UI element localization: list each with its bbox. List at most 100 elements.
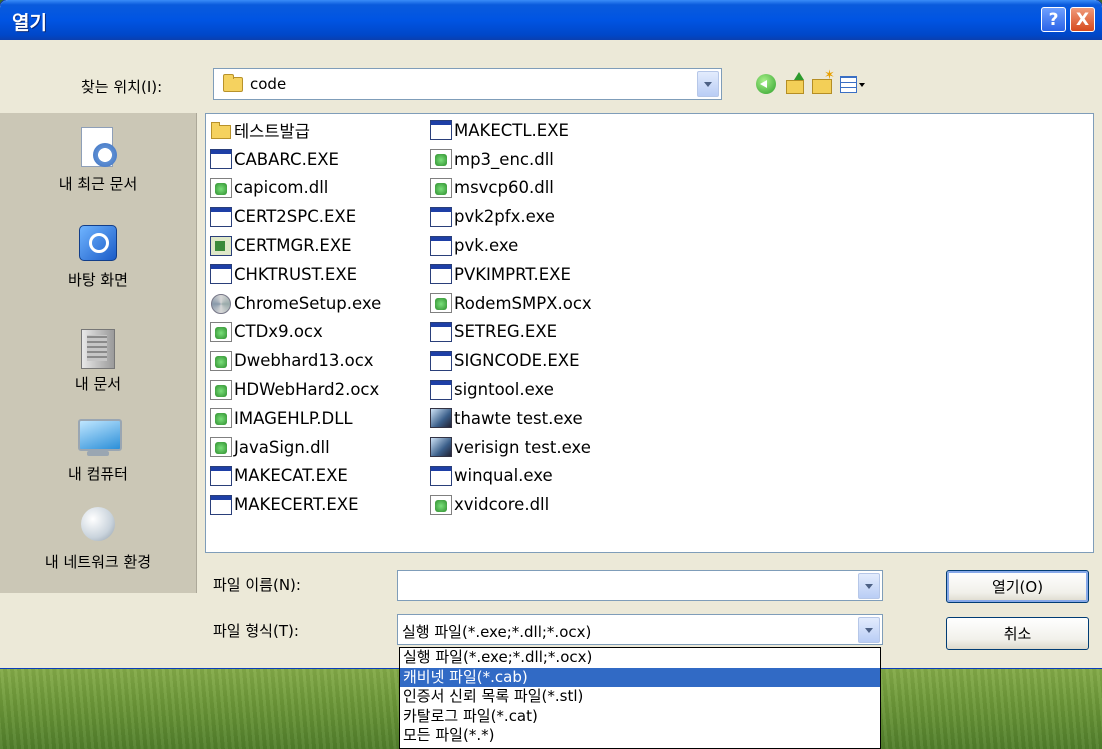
list-item[interactable]: mp3_enc.dll: [430, 145, 592, 174]
list-item[interactable]: SIGNCODE.EXE: [430, 346, 592, 375]
certificate-manager-icon: [210, 235, 232, 256]
network-icon: [75, 503, 121, 549]
exe-file-icon: [210, 264, 232, 285]
close-button[interactable]: X: [1070, 7, 1095, 32]
list-item[interactable]: SETREG.EXE: [430, 318, 592, 347]
exe-file-icon: [430, 379, 452, 400]
list-item[interactable]: CERTMGR.EXE: [210, 231, 381, 260]
dropdown-option[interactable]: 인증서 신뢰 목록 파일(*.stl): [400, 687, 880, 707]
back-icon[interactable]: [754, 72, 778, 96]
place-network[interactable]: 내 네트워크 환경: [0, 503, 196, 572]
dll-file-icon: [210, 321, 232, 342]
list-item[interactable]: msvcp60.dll: [430, 174, 592, 203]
list-item[interactable]: IMAGEHLP.DLL: [210, 404, 381, 433]
help-button[interactable]: ?: [1041, 7, 1066, 32]
list-item[interactable]: MAKECTL.EXE: [430, 116, 592, 145]
setup-icon: [210, 293, 232, 315]
file-name: 테스트발급: [234, 122, 310, 142]
file-name: CHKTRUST.EXE: [234, 264, 358, 284]
list-item[interactable]: CABARC.EXE: [210, 145, 381, 174]
list-item[interactable]: CTDx9.ocx: [210, 318, 381, 347]
place-label: 내 최근 문서: [58, 175, 138, 193]
list-item[interactable]: signtool.exe: [430, 375, 592, 404]
list-item[interactable]: pvk2pfx.exe: [430, 202, 592, 231]
filename-input[interactable]: [397, 570, 883, 601]
up-folder-icon[interactable]: [783, 72, 807, 96]
list-item[interactable]: PVKIMPRT.EXE: [430, 260, 592, 289]
list-item[interactable]: Dwebhard13.ocx: [210, 346, 381, 375]
photo-exe-icon: [430, 437, 452, 458]
recent-documents-icon: [75, 125, 121, 171]
list-item[interactable]: HDWebHard2.ocx: [210, 375, 381, 404]
file-name: RodemSMPX.ocx: [454, 293, 592, 313]
list-item[interactable]: ChromeSetup.exe: [210, 289, 381, 318]
file-name: CABARC.EXE: [234, 149, 339, 169]
new-folder-icon[interactable]: [810, 68, 835, 96]
open-file-dialog: 열기 ? X 찾는 위치(I): code 내 최근 문서 바탕 화면 내 문서…: [0, 0, 1102, 668]
exe-file-icon: [430, 120, 452, 141]
filetype-dropdown-button[interactable]: [858, 617, 880, 643]
list-item[interactable]: winqual.exe: [430, 462, 592, 491]
filetype-select[interactable]: 실행 파일(*.exe;*.dll;*.ocx): [397, 614, 883, 645]
place-recent-documents[interactable]: 내 최근 문서: [0, 125, 196, 194]
list-item[interactable]: CHKTRUST.EXE: [210, 260, 381, 289]
exe-file-icon: [210, 206, 232, 227]
list-item[interactable]: xvidcore.dll: [430, 490, 592, 519]
file-name: CERTMGR.EXE: [234, 236, 352, 256]
file-name: pvk.exe: [454, 236, 519, 256]
dropdown-option[interactable]: 카탈로그 파일(*.cat): [400, 707, 880, 727]
list-item[interactable]: JavaSign.dll: [210, 433, 381, 462]
my-documents-icon: [75, 325, 121, 371]
list-item[interactable]: capicom.dll: [210, 174, 381, 203]
dll-file-icon: [210, 379, 232, 400]
dropdown-option-selected[interactable]: 캐비넷 파일(*.cab): [400, 667, 880, 688]
file-name: PVKIMPRT.EXE: [454, 264, 571, 284]
cancel-button[interactable]: 취소: [946, 617, 1089, 650]
place-desktop[interactable]: 바탕 화면: [0, 221, 196, 290]
exe-file-icon: [430, 321, 452, 342]
dll-file-icon: [430, 494, 452, 515]
title-bar[interactable]: 열기 ? X: [0, 0, 1102, 40]
dll-file-icon: [430, 293, 452, 314]
dll-file-icon: [210, 437, 232, 458]
list-item[interactable]: verisign test.exe: [430, 433, 592, 462]
file-name: CERT2SPC.EXE: [234, 207, 357, 227]
file-column: 테스트발급 CABARC.EXE capicom.dll CERT2SPC.EX…: [210, 116, 381, 519]
dropdown-option[interactable]: 실행 파일(*.exe;*.dll;*.ocx): [400, 648, 880, 668]
dll-file-icon: [210, 350, 232, 371]
file-name: HDWebHard2.ocx: [234, 380, 380, 400]
list-item[interactable]: RodemSMPX.ocx: [430, 289, 592, 318]
exe-file-icon: [210, 465, 232, 486]
list-item[interactable]: thawte test.exe: [430, 404, 592, 433]
exe-file-icon: [210, 149, 232, 170]
views-menu-icon[interactable]: [838, 72, 868, 96]
file-name: winqual.exe: [454, 466, 553, 486]
place-my-computer[interactable]: 내 컴퓨터: [0, 415, 196, 484]
filetype-value: 실행 파일(*.exe;*.dll;*.ocx): [402, 623, 592, 641]
look-in-combobox[interactable]: code: [213, 68, 722, 100]
dll-file-icon: [430, 149, 452, 170]
file-name: verisign test.exe: [454, 437, 591, 457]
file-name: ChromeSetup.exe: [234, 293, 382, 313]
dll-file-icon: [210, 408, 232, 429]
list-item[interactable]: MAKECAT.EXE: [210, 462, 381, 491]
place-label: 내 문서: [74, 375, 122, 393]
list-item[interactable]: pvk.exe: [430, 231, 592, 260]
dll-file-icon: [430, 177, 452, 198]
file-column: MAKECTL.EXE mp3_enc.dll msvcp60.dll pvk2…: [430, 116, 592, 519]
file-list[interactable]: 테스트발급 CABARC.EXE capicom.dll CERT2SPC.EX…: [205, 113, 1094, 553]
place-label: 바탕 화면: [68, 271, 128, 289]
filename-dropdown-button[interactable]: [858, 573, 880, 599]
filetype-dropdown-list: 실행 파일(*.exe;*.dll;*.ocx) 캐비넷 파일(*.cab) 인…: [399, 647, 881, 749]
list-item[interactable]: CERT2SPC.EXE: [210, 202, 381, 231]
exe-file-icon: [430, 350, 452, 371]
open-button[interactable]: 열기(O): [946, 570, 1089, 603]
filetype-label: 파일 형식(T):: [213, 622, 299, 640]
list-item[interactable]: 테스트발급: [210, 116, 381, 145]
look-in-label: 찾는 위치(I):: [81, 78, 163, 96]
look-in-value: code: [250, 75, 287, 93]
look-in-dropdown-button[interactable]: [697, 71, 719, 97]
list-item[interactable]: MAKECERT.EXE: [210, 490, 381, 519]
place-my-documents[interactable]: 내 문서: [0, 325, 196, 394]
dropdown-option[interactable]: 모든 파일(*.*): [400, 726, 880, 746]
